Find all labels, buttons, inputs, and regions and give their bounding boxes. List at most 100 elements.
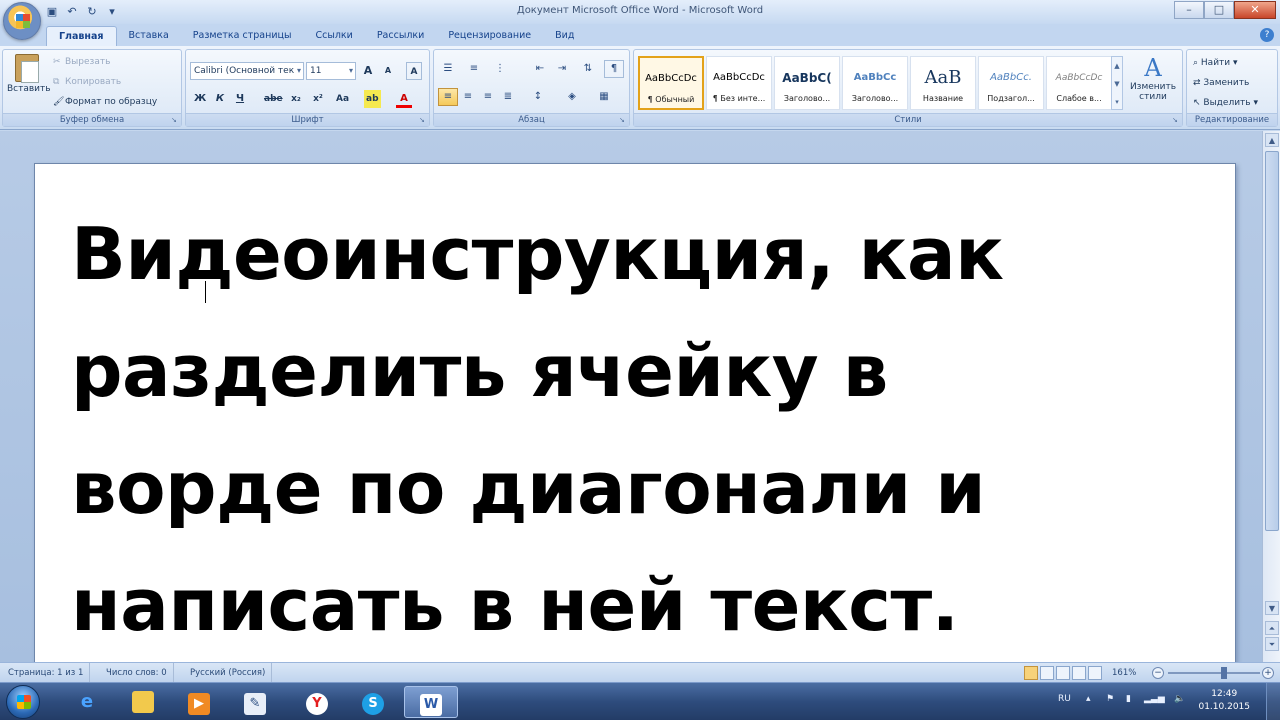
- draft-view-icon[interactable]: [1088, 666, 1102, 680]
- zoom-level[interactable]: 161%: [1112, 663, 1136, 683]
- text-line[interactable]: Видеоинструкция, как: [71, 196, 1071, 313]
- vertical-scrollbar[interactable]: ▲ ▼ ⏶ ⏷: [1262, 131, 1280, 662]
- font-color-button[interactable]: A: [396, 90, 412, 108]
- align-left-icon[interactable]: ≡: [438, 88, 458, 106]
- outline-view-icon[interactable]: [1072, 666, 1086, 680]
- tab-page-layout[interactable]: Разметка страницы: [181, 26, 304, 46]
- sort-icon[interactable]: ⇅: [578, 60, 598, 78]
- zoom-slider-thumb[interactable]: [1221, 667, 1228, 679]
- language-indicator[interactable]: Русский (Россия): [184, 663, 273, 683]
- scroll-up-icon[interactable]: ▲: [1265, 133, 1279, 147]
- web-layout-view-icon[interactable]: [1056, 666, 1070, 680]
- justify-icon[interactable]: ≣: [498, 88, 518, 106]
- prev-page-icon[interactable]: ⏶: [1265, 621, 1279, 635]
- action-center-icon[interactable]: ⚑: [1106, 694, 1114, 704]
- minimize-button[interactable]: –: [1174, 1, 1204, 19]
- font-size-combo[interactable]: 11: [306, 62, 356, 80]
- taskbar-ie[interactable]: e: [60, 686, 114, 718]
- close-button[interactable]: ✕: [1234, 1, 1276, 19]
- zoom-in-button[interactable]: +: [1262, 667, 1274, 679]
- style-no-spacing[interactable]: AaBbCcDc ¶ Без инте...: [706, 56, 772, 110]
- zoom-slider[interactable]: [1168, 672, 1260, 674]
- highlight-button[interactable]: ab: [364, 90, 381, 108]
- increase-indent-icon[interactable]: ⇥: [552, 60, 572, 78]
- style-heading-1[interactable]: AaBbC( Заголово...: [774, 56, 840, 110]
- clock[interactable]: 12:49 01.10.2015: [1198, 688, 1250, 714]
- scroll-down-icon[interactable]: ▼: [1265, 601, 1279, 615]
- print-layout-view-icon[interactable]: [1024, 666, 1038, 680]
- taskbar-word[interactable]: W: [404, 686, 458, 718]
- tab-home[interactable]: Главная: [46, 26, 117, 46]
- help-icon[interactable]: ?: [1260, 28, 1274, 42]
- select-button[interactable]: ↖ Выделить ▾: [1193, 94, 1258, 112]
- style-subtle-emphasis[interactable]: AaBbCcDc Слабое в...: [1046, 56, 1112, 110]
- dialog-launcher-icon[interactable]: ↘: [619, 116, 627, 124]
- battery-icon[interactable]: ▮: [1126, 694, 1131, 704]
- paste-button[interactable]: Вставить: [7, 52, 51, 110]
- replace-button[interactable]: ⇄ Заменить: [1193, 74, 1249, 92]
- superscript-button[interactable]: x²: [310, 90, 326, 108]
- borders-icon[interactable]: ▦: [594, 88, 614, 106]
- tab-mailings[interactable]: Рассылки: [365, 26, 436, 46]
- subscript-button[interactable]: x₂: [288, 90, 304, 108]
- next-page-icon[interactable]: ⏷: [1265, 637, 1279, 651]
- dialog-launcher-icon[interactable]: ↘: [419, 116, 427, 124]
- text-line[interactable]: ворде по диагонали и: [71, 430, 1071, 547]
- clear-format-button[interactable]: A: [406, 62, 422, 80]
- dialog-launcher-icon[interactable]: ↘: [1172, 116, 1180, 124]
- taskbar-explorer[interactable]: [116, 686, 170, 718]
- scroll-thumb[interactable]: [1265, 151, 1279, 531]
- input-language[interactable]: RU: [1058, 694, 1071, 704]
- multilevel-list-icon[interactable]: ⋮: [490, 60, 510, 78]
- styles-scroll[interactable]: ▲ ▼ ▾: [1111, 56, 1123, 110]
- tab-view[interactable]: Вид: [543, 26, 586, 46]
- document-text[interactable]: Видеоинструкция, как разделить ячейку в …: [71, 196, 1071, 664]
- shrink-font-button[interactable]: A: [380, 62, 396, 80]
- strikethrough-button[interactable]: abe: [262, 90, 285, 108]
- tab-references[interactable]: Ссылки: [303, 26, 364, 46]
- start-button[interactable]: [6, 685, 40, 719]
- show-hidden-icons-icon[interactable]: ▴: [1086, 694, 1091, 704]
- change-case-button[interactable]: Аа: [334, 90, 351, 108]
- show-marks-icon[interactable]: ¶: [604, 60, 624, 78]
- zoom-out-button[interactable]: −: [1152, 667, 1164, 679]
- find-button[interactable]: ⌕ Найти ▾: [1193, 54, 1238, 72]
- volume-icon[interactable]: 🔈: [1174, 694, 1185, 704]
- network-icon[interactable]: ▂▃▅: [1144, 694, 1165, 704]
- underline-button[interactable]: Ч: [232, 90, 248, 108]
- text-line[interactable]: разделить ячейку в: [71, 313, 1071, 430]
- style-heading-2[interactable]: AaBbCc Заголово...: [842, 56, 908, 110]
- document-page[interactable]: Видеоинструкция, как разделить ячейку в …: [34, 163, 1236, 683]
- shading-icon[interactable]: ◈: [562, 88, 582, 106]
- align-right-icon[interactable]: ≡: [478, 88, 498, 106]
- bullets-icon[interactable]: ☰: [438, 60, 458, 78]
- taskbar-skype[interactable]: S: [346, 686, 400, 718]
- bold-button[interactable]: Ж: [192, 90, 208, 108]
- style-subtitle[interactable]: AaBbCc. Подзагол...: [978, 56, 1044, 110]
- dialog-launcher-icon[interactable]: ↘: [171, 116, 179, 124]
- line-spacing-icon[interactable]: ↕: [528, 88, 548, 106]
- taskbar-media-player[interactable]: ▶: [172, 686, 226, 718]
- taskbar-paint[interactable]: ✎: [228, 686, 282, 718]
- taskbar-yandex[interactable]: Y: [290, 686, 344, 718]
- change-styles-button[interactable]: A Изменить стили: [1126, 54, 1180, 112]
- tab-review[interactable]: Рецензирование: [436, 26, 543, 46]
- align-center-icon[interactable]: ≡: [458, 88, 478, 106]
- style-title[interactable]: AaB Название: [910, 56, 976, 110]
- style-normal[interactable]: AaBbCcDc ¶ Обычный: [638, 56, 704, 110]
- italic-button[interactable]: К: [212, 90, 228, 108]
- decrease-indent-icon[interactable]: ⇤: [530, 60, 550, 78]
- tab-insert[interactable]: Вставка: [117, 26, 181, 46]
- text-line[interactable]: написать в ней текст.: [71, 547, 1071, 664]
- format-painter-button[interactable]: 🖌Формат по образцу: [53, 94, 157, 110]
- font-name-combo[interactable]: Calibri (Основной тек: [190, 62, 304, 80]
- full-screen-view-icon[interactable]: [1040, 666, 1054, 680]
- office-button[interactable]: [3, 2, 41, 40]
- grow-font-button[interactable]: A: [360, 62, 376, 80]
- show-desktop-button[interactable]: [1266, 683, 1280, 720]
- maximize-button[interactable]: □: [1204, 1, 1234, 19]
- numbering-icon[interactable]: ≡: [464, 60, 484, 78]
- word-count[interactable]: Число слов: 0: [100, 663, 174, 683]
- cut-button[interactable]: ✂ Вырезать: [53, 54, 110, 70]
- page-indicator[interactable]: Страница: 1 из 1: [2, 663, 91, 683]
